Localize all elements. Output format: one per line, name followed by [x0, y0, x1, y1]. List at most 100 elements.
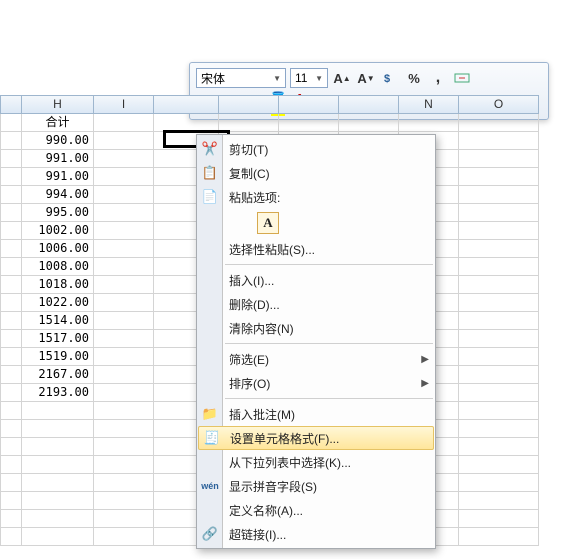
- column-header[interactable]: [279, 95, 339, 114]
- menu-sort[interactable]: 排序(O) ▶: [197, 371, 435, 395]
- column-header[interactable]: [219, 95, 279, 114]
- cell[interactable]: [94, 492, 154, 510]
- cell[interactable]: [459, 456, 539, 474]
- menu-cut[interactable]: ✂️ 剪切(T): [197, 137, 435, 161]
- cell[interactable]: [219, 114, 279, 132]
- cell[interactable]: [459, 438, 539, 456]
- select-all-corner[interactable]: [0, 95, 22, 114]
- cell[interactable]: [22, 474, 94, 492]
- menu-delete[interactable]: 删除(D)...: [197, 292, 435, 316]
- cell[interactable]: [94, 132, 154, 150]
- row-header[interactable]: [0, 384, 22, 402]
- row-header[interactable]: [0, 240, 22, 258]
- row-header[interactable]: [0, 114, 22, 132]
- cell[interactable]: [459, 366, 539, 384]
- cell[interactable]: 1519.00: [22, 348, 94, 366]
- cell[interactable]: [94, 330, 154, 348]
- row-header[interactable]: [0, 150, 22, 168]
- cell[interactable]: 2167.00: [22, 366, 94, 384]
- column-header[interactable]: I: [94, 95, 154, 114]
- menu-paste-default[interactable]: A: [197, 209, 435, 237]
- cell[interactable]: 1006.00: [22, 240, 94, 258]
- menu-insert[interactable]: 插入(I)...: [197, 268, 435, 292]
- menu-phonetic[interactable]: wén 显示拼音字段(S): [197, 474, 435, 498]
- cell[interactable]: 1018.00: [22, 276, 94, 294]
- cell[interactable]: [459, 168, 539, 186]
- row-header[interactable]: [0, 402, 22, 420]
- row-header[interactable]: [0, 294, 22, 312]
- row-header[interactable]: [0, 474, 22, 492]
- percent-button[interactable]: %: [404, 68, 424, 88]
- cell[interactable]: [459, 294, 539, 312]
- cell[interactable]: [22, 492, 94, 510]
- cell[interactable]: [459, 510, 539, 528]
- row-header[interactable]: [0, 348, 22, 366]
- cell[interactable]: [94, 456, 154, 474]
- column-header[interactable]: [154, 95, 219, 114]
- cell[interactable]: [459, 276, 539, 294]
- cell[interactable]: 1022.00: [22, 294, 94, 312]
- cell[interactable]: [94, 510, 154, 528]
- cell[interactable]: [459, 330, 539, 348]
- menu-pick-from-list[interactable]: 从下拉列表中选择(K)...: [197, 450, 435, 474]
- row-header[interactable]: [0, 258, 22, 276]
- row-header[interactable]: [0, 312, 22, 330]
- menu-copy[interactable]: 📋 复制(C): [197, 161, 435, 185]
- menu-hyperlink[interactable]: 🔗 超链接(I)...: [197, 522, 435, 546]
- cell[interactable]: 1008.00: [22, 258, 94, 276]
- cell[interactable]: [94, 150, 154, 168]
- font-name-dropdown[interactable]: 宋体 ▼: [196, 68, 286, 88]
- menu-paste-special[interactable]: 选择性粘贴(S)...: [197, 237, 435, 261]
- cell[interactable]: [94, 258, 154, 276]
- row-header[interactable]: [0, 420, 22, 438]
- row-header[interactable]: [0, 132, 22, 150]
- cell[interactable]: [94, 204, 154, 222]
- cell[interactable]: 1517.00: [22, 330, 94, 348]
- column-header[interactable]: N: [399, 95, 459, 114]
- cell[interactable]: 2193.00: [22, 384, 94, 402]
- cell[interactable]: [94, 186, 154, 204]
- row-header[interactable]: [0, 186, 22, 204]
- cell[interactable]: [94, 294, 154, 312]
- cell[interactable]: [459, 384, 539, 402]
- cell[interactable]: 995.00: [22, 204, 94, 222]
- row-header[interactable]: [0, 276, 22, 294]
- cell[interactable]: 994.00: [22, 186, 94, 204]
- row-header[interactable]: [0, 438, 22, 456]
- cell[interactable]: [22, 510, 94, 528]
- cell[interactable]: [94, 474, 154, 492]
- row-header[interactable]: [0, 510, 22, 528]
- menu-define-name[interactable]: 定义名称(A)...: [197, 498, 435, 522]
- cell[interactable]: [22, 420, 94, 438]
- cell[interactable]: [459, 402, 539, 420]
- cell[interactable]: [94, 222, 154, 240]
- menu-filter[interactable]: 筛选(E) ▶: [197, 347, 435, 371]
- row-header[interactable]: [0, 366, 22, 384]
- cell[interactable]: [94, 384, 154, 402]
- cell[interactable]: 991.00: [22, 150, 94, 168]
- cell[interactable]: [459, 222, 539, 240]
- cell[interactable]: [94, 276, 154, 294]
- cell[interactable]: [94, 240, 154, 258]
- cell[interactable]: [94, 528, 154, 546]
- cell[interactable]: [399, 114, 459, 132]
- cell[interactable]: [459, 492, 539, 510]
- column-header[interactable]: [339, 95, 399, 114]
- cell[interactable]: [459, 150, 539, 168]
- cell[interactable]: [459, 204, 539, 222]
- cell[interactable]: [22, 528, 94, 546]
- cell[interactable]: [459, 186, 539, 204]
- cell[interactable]: [94, 366, 154, 384]
- cell[interactable]: [459, 312, 539, 330]
- cell[interactable]: [94, 420, 154, 438]
- cell[interactable]: [94, 348, 154, 366]
- cell[interactable]: 990.00: [22, 132, 94, 150]
- cell[interactable]: 合计: [22, 114, 94, 132]
- cell[interactable]: 991.00: [22, 168, 94, 186]
- row-header[interactable]: [0, 222, 22, 240]
- cell[interactable]: [94, 114, 154, 132]
- cell[interactable]: [459, 420, 539, 438]
- decrease-font-button[interactable]: A▼: [356, 68, 376, 88]
- cell[interactable]: [22, 456, 94, 474]
- cell[interactable]: [94, 402, 154, 420]
